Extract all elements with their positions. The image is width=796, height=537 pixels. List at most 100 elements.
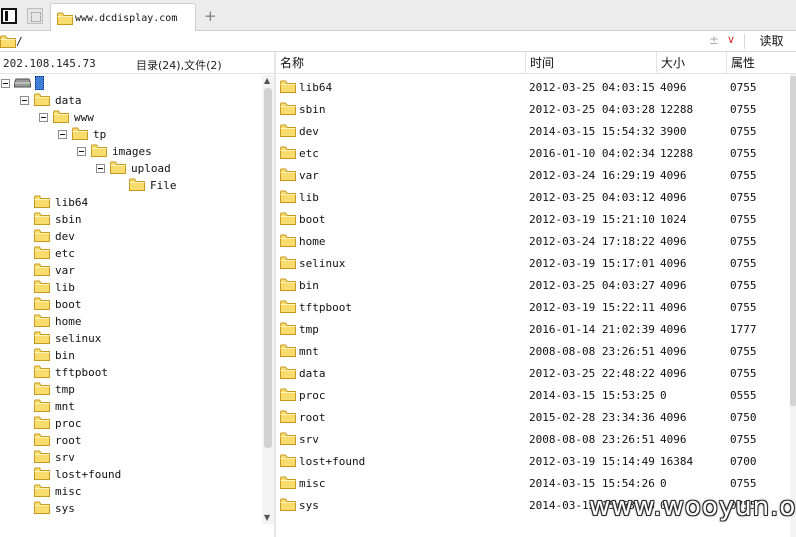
table-row[interactable]: misc 2014-03-15 15:54:26 0 0755: [276, 472, 790, 494]
folder-icon: [34, 416, 50, 429]
file-size: 4096: [660, 81, 687, 94]
panel-toggle-icon[interactable]: [1, 8, 17, 24]
table-row[interactable]: sbin 2012-03-25 04:03:28 12288 0755: [276, 98, 790, 120]
tree-item-images[interactable]: images: [0, 143, 260, 160]
collapse-icon[interactable]: [39, 113, 48, 122]
tree-item[interactable]: var: [0, 262, 260, 279]
table-row[interactable]: etc 2016-01-10 04:02:34 12288 0755: [276, 142, 790, 164]
file-size: 4096: [660, 169, 687, 182]
file-size: 0: [660, 389, 667, 402]
tree-item[interactable]: tmp: [0, 381, 260, 398]
tree-root-selection[interactable]: [35, 76, 44, 90]
tree-item[interactable]: dev: [0, 228, 260, 245]
folder-icon: [280, 322, 296, 335]
tree-item-label: misc: [55, 485, 82, 498]
table-row[interactable]: selinux 2012-03-19 15:17:01 4096 0755: [276, 252, 790, 274]
collapse-icon[interactable]: [1, 79, 10, 88]
table-row[interactable]: lib 2012-03-25 04:03:12 4096 0755: [276, 186, 790, 208]
tree-item-upload[interactable]: upload: [0, 160, 260, 177]
file-time: 2015-02-28 23:34:36: [529, 411, 655, 424]
table-row[interactable]: lib64 2012-03-25 04:03:15 4096 0755: [276, 76, 790, 98]
folder-icon: [34, 229, 50, 242]
tree-item[interactable]: proc: [0, 415, 260, 432]
folder-icon: [129, 178, 145, 191]
column-header-time[interactable]: 时间: [525, 52, 656, 74]
folder-icon: [34, 195, 50, 208]
table-row[interactable]: lost+found 2012-03-19 15:14:49 16384 0700: [276, 450, 790, 472]
table-row[interactable]: data 2012-03-25 22:48:22 4096 0755: [276, 362, 790, 384]
table-row[interactable]: srv 2008-08-08 23:26:51 4096 0755: [276, 428, 790, 450]
scroll-up-icon[interactable]: ▲: [264, 76, 270, 85]
tree-item[interactable]: tftpboot: [0, 364, 260, 381]
tree-item-file[interactable]: File: [0, 177, 260, 194]
read-button[interactable]: 读取: [747, 32, 796, 51]
file-size: 4096: [660, 323, 687, 336]
folder-icon: [280, 124, 296, 137]
table-row[interactable]: proc 2014-03-15 15:53:25 0 0555: [276, 384, 790, 406]
file-attr: 0755: [730, 367, 757, 380]
table-row[interactable]: mnt 2008-08-08 23:26:51 4096 0755: [276, 340, 790, 362]
tree-item[interactable]: selinux: [0, 330, 260, 347]
tree-item[interactable]: lib64: [0, 194, 260, 211]
tree-item[interactable]: bin: [0, 347, 260, 364]
folder-icon: [34, 399, 50, 412]
tree-item-label: File: [150, 179, 177, 192]
table-row[interactable]: boot 2012-03-19 15:21:10 1024 0755: [276, 208, 790, 230]
tree-item-label: data: [55, 94, 82, 107]
file-size: 4096: [660, 257, 687, 270]
new-tab-button[interactable]: +: [204, 7, 217, 25]
file-time: 2012-03-24 16:29:19: [529, 169, 655, 182]
file-attr: 0755: [730, 169, 757, 182]
collapse-icon[interactable]: [77, 147, 86, 156]
column-header-size[interactable]: 大小: [656, 52, 726, 74]
table-row[interactable]: dev 2014-03-15 15:54:32 3900 0755: [276, 120, 790, 142]
tree-root[interactable]: [0, 75, 260, 92]
tree-item[interactable]: root: [0, 432, 260, 449]
tree-scrollbar[interactable]: ▲ ▼: [262, 75, 274, 524]
table-row[interactable]: var 2012-03-24 16:29:19 4096 0755: [276, 164, 790, 186]
tree-item[interactable]: mnt: [0, 398, 260, 415]
tree-item[interactable]: home: [0, 313, 260, 330]
tree-item[interactable]: srv: [0, 449, 260, 466]
table-row[interactable]: tftpboot 2012-03-19 15:22:11 4096 0755: [276, 296, 790, 318]
tree-item[interactable]: lost+found: [0, 466, 260, 483]
collapse-icon[interactable]: [58, 130, 67, 139]
file-size: 4096: [660, 345, 687, 358]
tree-item-label: selinux: [55, 332, 102, 345]
tree-item[interactable]: boot: [0, 296, 260, 313]
scrollbar-thumb[interactable]: [790, 76, 796, 406]
column-header-name[interactable]: 名称: [276, 52, 525, 74]
tree-item[interactable]: misc: [0, 483, 260, 500]
column-header-attr[interactable]: 属性: [726, 52, 790, 74]
table-row[interactable]: home 2012-03-24 17:18:22 4096 0755: [276, 230, 790, 252]
tab-active[interactable]: www.dcdisplay.com: [50, 3, 196, 32]
table-row[interactable]: bin 2012-03-25 04:03:27 4096 0755: [276, 274, 790, 296]
tree-item-data[interactable]: data: [0, 92, 260, 109]
tree-item-label: etc: [55, 247, 75, 260]
directory-tree: data www tp images upload File lib64 sbi…: [0, 75, 262, 525]
tree-item[interactable]: sys: [0, 500, 260, 517]
scroll-down-icon[interactable]: ▼: [264, 513, 270, 522]
tree-item-www[interactable]: www: [0, 109, 260, 126]
folder-icon: [280, 190, 296, 203]
folder-icon: [34, 314, 50, 327]
collapse-icon[interactable]: [20, 96, 29, 105]
tree-item-tp[interactable]: tp: [0, 126, 260, 143]
folder-icon: [280, 102, 296, 115]
chevron-down-icon[interactable]: ∨: [727, 33, 735, 46]
table-row[interactable]: root 2015-02-28 23:34:36 4096 0750: [276, 406, 790, 428]
blank-tab-icon[interactable]: [27, 8, 43, 24]
file-name: dev: [299, 125, 319, 138]
plus-minus-icon[interactable]: ±: [709, 33, 719, 47]
file-list-scrollbar[interactable]: [790, 74, 796, 537]
tree-item[interactable]: sbin: [0, 211, 260, 228]
scrollbar-thumb[interactable]: [264, 88, 272, 448]
tab-title: www.dcdisplay.com: [75, 13, 178, 24]
tree-item[interactable]: lib: [0, 279, 260, 296]
collapse-icon[interactable]: [96, 164, 105, 173]
path-input[interactable]: [16, 33, 696, 49]
file-time: 2014-03-15 15:54:26: [529, 477, 655, 490]
folder-icon: [34, 297, 50, 310]
tree-item[interactable]: etc: [0, 245, 260, 262]
table-row[interactable]: tmp 2016-01-14 21:02:39 4096 1777: [276, 318, 790, 340]
